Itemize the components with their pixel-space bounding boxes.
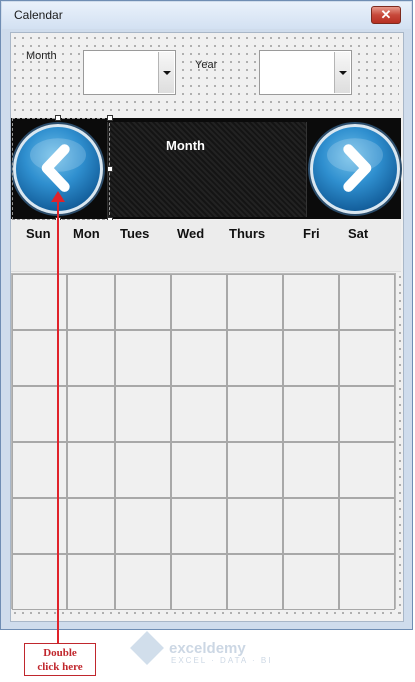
chevron-down-icon[interactable] xyxy=(158,52,174,93)
calendar-day-cell[interactable] xyxy=(283,554,339,610)
calendar-day-cell[interactable] xyxy=(227,386,283,442)
calendar-day-cell[interactable] xyxy=(67,274,115,330)
calendar-day-cell[interactable] xyxy=(227,554,283,610)
weekday-header: Sun Mon Tues Wed Thurs Fri Sat xyxy=(11,220,401,272)
calendar-day-cell[interactable] xyxy=(283,442,339,498)
weekday-label: Sun xyxy=(26,226,51,241)
calendar-day-cell[interactable] xyxy=(171,274,227,330)
calendar-day-cell[interactable] xyxy=(339,498,395,554)
calendar-day-cell[interactable] xyxy=(115,554,171,610)
weekday-label: Wed xyxy=(177,226,205,241)
weekday-label: Mon xyxy=(73,226,100,241)
calendar-day-cell[interactable] xyxy=(67,442,115,498)
calendar-day-cell[interactable] xyxy=(115,274,171,330)
calendar-day-cell[interactable] xyxy=(283,274,339,330)
calendar-day-cell[interactable] xyxy=(115,386,171,442)
month-combobox[interactable] xyxy=(83,50,176,95)
calendar-day-cell[interactable] xyxy=(67,498,115,554)
annotation-line-2: click here xyxy=(37,661,83,673)
calendar-day-cell[interactable] xyxy=(339,386,395,442)
weekday-label: Sat xyxy=(348,226,369,241)
close-icon: ✕ xyxy=(380,7,392,22)
banner-month-title: Month xyxy=(166,138,205,153)
resize-handle[interactable] xyxy=(107,115,113,121)
calendar-grid xyxy=(11,273,396,610)
exceldemy-logo-icon xyxy=(130,631,164,665)
year-combobox[interactable] xyxy=(259,50,352,95)
annotation-line-1: Double xyxy=(43,647,77,659)
calendar-day-cell[interactable] xyxy=(339,274,395,330)
month-label: Month xyxy=(26,50,57,62)
year-label: Year xyxy=(195,59,218,71)
annotation-callout: Double click here xyxy=(24,643,96,676)
calendar-day-cell[interactable] xyxy=(283,330,339,386)
calendar-day-cell[interactable] xyxy=(115,330,171,386)
calendar-day-cell[interactable] xyxy=(115,498,171,554)
calendar-day-cell[interactable] xyxy=(171,442,227,498)
chevron-right-icon xyxy=(327,138,383,192)
resize-handle[interactable] xyxy=(107,166,113,172)
design-grid-right xyxy=(396,273,401,618)
calendar-day-cell[interactable] xyxy=(339,442,395,498)
weekday-label: Tues xyxy=(120,226,150,241)
calendar-day-cell[interactable] xyxy=(67,386,115,442)
next-month-button[interactable] xyxy=(310,124,400,214)
calendar-day-cell[interactable] xyxy=(283,386,339,442)
weekday-label: Fri xyxy=(303,226,320,241)
calendar-day-cell[interactable] xyxy=(171,554,227,610)
calendar-day-cell[interactable] xyxy=(171,330,227,386)
weekday-label: Thurs xyxy=(229,226,266,241)
window-title: Calendar xyxy=(14,8,63,22)
calendar-day-cell[interactable] xyxy=(227,442,283,498)
calendar-day-cell[interactable] xyxy=(227,330,283,386)
watermark-tagline: EXCEL · DATA · BI xyxy=(171,656,273,665)
banner-center-panel xyxy=(107,122,307,217)
chevron-down-icon[interactable] xyxy=(334,52,350,93)
watermark-name: exceldemy xyxy=(169,639,246,657)
close-button[interactable]: ✕ xyxy=(371,6,401,24)
calendar-day-cell[interactable] xyxy=(67,554,115,610)
calendar-day-cell[interactable] xyxy=(115,442,171,498)
calendar-day-cell[interactable] xyxy=(171,386,227,442)
annotation-arrow-line xyxy=(57,196,59,643)
design-grid-bottom xyxy=(11,609,399,619)
calendar-day-cell[interactable] xyxy=(283,498,339,554)
calendar-day-cell[interactable] xyxy=(67,330,115,386)
calendar-day-cell[interactable] xyxy=(339,330,395,386)
watermark: exceldemy EXCEL · DATA · BI xyxy=(130,631,270,665)
title-bar: Calendar ✕ xyxy=(2,2,411,29)
calendar-day-cell[interactable] xyxy=(227,498,283,554)
calendar-day-cell[interactable] xyxy=(171,498,227,554)
calendar-day-cell[interactable] xyxy=(227,274,283,330)
calendar-day-cell[interactable] xyxy=(339,554,395,610)
resize-handle[interactable] xyxy=(55,115,61,121)
selection-outline xyxy=(12,118,110,220)
